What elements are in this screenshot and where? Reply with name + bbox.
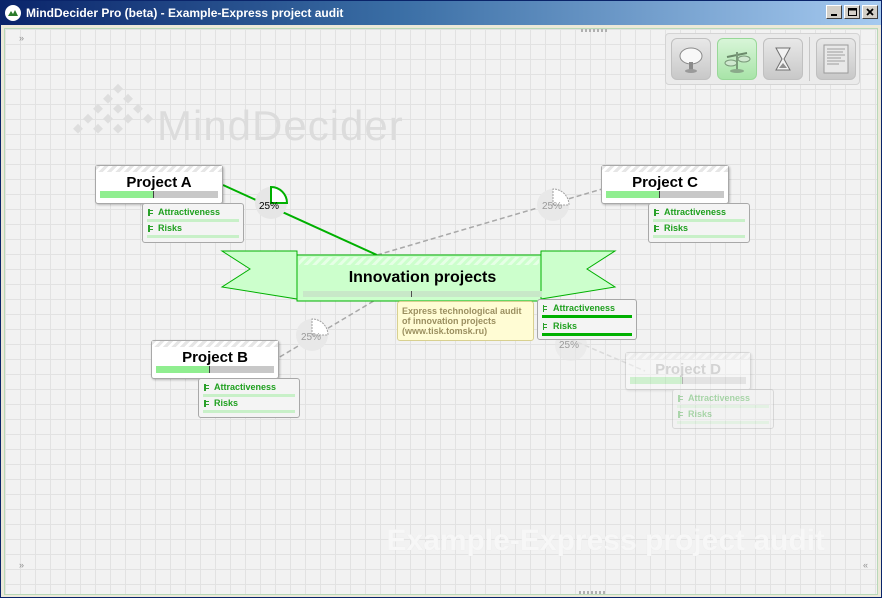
score-fill	[630, 377, 683, 384]
project-score-bar	[100, 191, 218, 198]
criterion-attractiveness[interactable]: Attractiveness	[653, 206, 745, 222]
criterion-attractiveness[interactable]: Attractiveness	[542, 302, 632, 318]
score-fill	[606, 191, 660, 198]
project-a-criteria-panel: Attractiveness Risks	[142, 203, 244, 243]
node-stripe	[96, 166, 222, 172]
node-stripe	[152, 341, 278, 347]
main-node-score-marker	[411, 291, 412, 297]
app-logo-icon	[5, 5, 21, 21]
main-node-score-bar	[303, 291, 542, 297]
title-bar[interactable]: MindDecider Pro (beta) - Example-Express…	[1, 1, 881, 25]
project-node-a[interactable]: Project A	[95, 165, 223, 204]
mind-map-canvas[interactable]: » » « MindDecider Example-Express projec…	[4, 28, 878, 595]
criterion-icon	[204, 384, 209, 391]
project-c-criteria-panel: Attractiveness Risks	[648, 203, 750, 243]
weight-label-project-b: 25%	[301, 332, 322, 343]
criterion-label: Attractiveness	[664, 207, 727, 217]
connector-project-c	[376, 186, 610, 256]
criterion-score-bar	[542, 315, 632, 318]
weight-label-project-a: 25%	[259, 201, 280, 212]
criterion-risks[interactable]: Risks	[147, 222, 239, 238]
criterion-label: Risks	[158, 223, 183, 233]
criterion-label: Risks	[214, 398, 239, 408]
criterion-label: Risks	[688, 409, 713, 419]
criterion-risks[interactable]: Risks	[677, 408, 769, 424]
main-node-criteria-panel: Attractiveness Risks	[537, 299, 637, 340]
project-label: Project A	[126, 174, 192, 191]
project-node-b[interactable]: Project B	[151, 340, 279, 379]
criterion-icon	[148, 209, 153, 216]
score-fill	[100, 191, 154, 198]
window-controls	[826, 5, 878, 19]
score-marker	[659, 191, 660, 198]
criterion-score-bar	[677, 421, 769, 424]
project-d-criteria-panel: Attractiveness Risks	[672, 389, 774, 429]
project-label: Project B	[182, 349, 248, 366]
criterion-risks[interactable]: Risks	[203, 397, 295, 413]
criterion-label: Risks	[664, 223, 689, 233]
app-window: MindDecider Pro (beta) - Example-Express…	[0, 0, 882, 598]
project-score-bar	[630, 377, 746, 384]
criterion-label: Attractiveness	[553, 303, 616, 313]
criterion-icon	[678, 411, 683, 418]
criterion-score-bar	[542, 333, 632, 336]
close-button[interactable]	[862, 5, 878, 19]
score-marker	[209, 366, 210, 373]
criterion-icon	[678, 395, 683, 402]
criterion-score-bar	[147, 235, 239, 238]
maximize-button[interactable]	[844, 5, 860, 19]
criterion-icon	[654, 209, 659, 216]
score-fill	[156, 366, 210, 373]
criterion-attractiveness[interactable]: Attractiveness	[147, 206, 239, 222]
criterion-label: Risks	[553, 321, 578, 331]
criterion-icon	[148, 225, 153, 232]
weight-label-project-d: 25%	[559, 340, 580, 351]
criterion-icon	[543, 323, 548, 330]
criterion-icon	[543, 305, 548, 312]
criterion-score-bar	[203, 410, 295, 413]
criterion-risks[interactable]: Risks	[542, 320, 632, 336]
project-node-c[interactable]: Project C	[601, 165, 729, 204]
project-label: Project C	[632, 174, 698, 191]
project-node-d[interactable]: Project D	[625, 352, 751, 390]
score-marker	[682, 377, 683, 384]
project-score-bar	[606, 191, 724, 198]
main-node-note[interactable]: Express technological audit of innovatio…	[397, 301, 534, 341]
criterion-icon	[654, 225, 659, 232]
criterion-risks[interactable]: Risks	[653, 222, 745, 238]
node-stripe	[602, 166, 728, 172]
criterion-label: Attractiveness	[214, 382, 277, 392]
minimize-button[interactable]	[826, 5, 842, 19]
node-stripe	[626, 353, 750, 359]
score-marker	[153, 191, 154, 198]
criterion-score-bar	[653, 235, 745, 238]
connector-project-a	[222, 184, 378, 256]
project-score-bar	[156, 366, 274, 373]
criterion-attractiveness[interactable]: Attractiveness	[677, 392, 769, 408]
criterion-attractiveness[interactable]: Attractiveness	[203, 381, 295, 397]
criterion-label: Attractiveness	[158, 207, 221, 217]
project-b-criteria-panel: Attractiveness Risks	[198, 378, 300, 418]
weight-label-project-c: 25%	[542, 201, 563, 212]
project-label: Project D	[655, 361, 721, 378]
window-title: MindDecider Pro (beta) - Example-Express…	[26, 6, 344, 20]
criterion-label: Attractiveness	[688, 393, 751, 403]
criterion-icon	[204, 400, 209, 407]
